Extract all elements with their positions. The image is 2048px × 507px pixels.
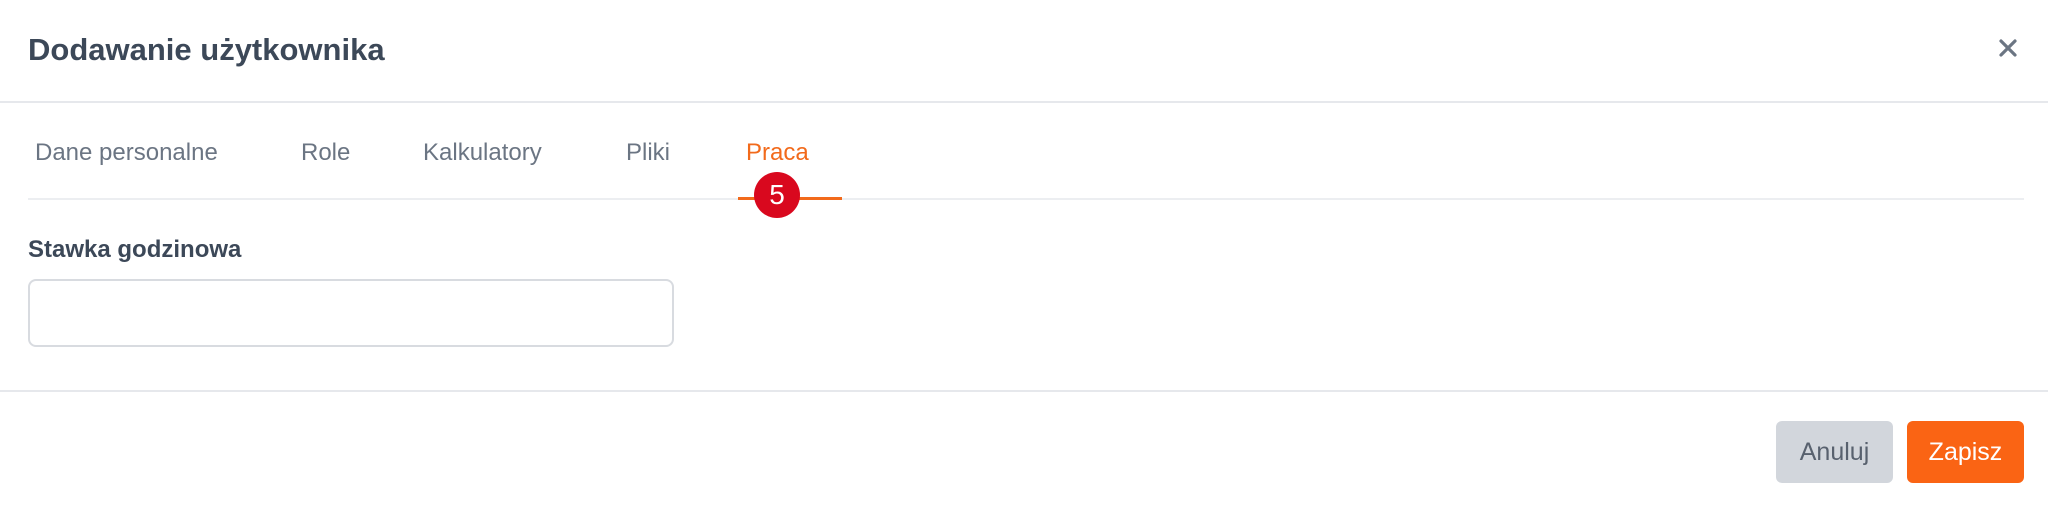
dialog-header: Dodawanie użytkownika: [0, 0, 2048, 103]
hourly-rate-input[interactable]: [28, 279, 674, 347]
close-icon: [1999, 39, 2017, 57]
tab-calculators[interactable]: Kalkulatory: [423, 136, 542, 170]
save-button[interactable]: Zapisz: [1907, 421, 2024, 483]
tab-files[interactable]: Pliki: [626, 136, 670, 170]
add-user-dialog: Dodawanie użytkownika Dane personalne Ro…: [0, 0, 2048, 507]
close-button[interactable]: [1990, 30, 2026, 66]
dialog-title: Dodawanie użytkownika: [28, 32, 385, 67]
tab-personal-data[interactable]: Dane personalne: [35, 136, 218, 170]
step-number-badge: 5: [754, 172, 800, 218]
tab-work[interactable]: Praca: [746, 136, 809, 170]
cancel-button[interactable]: Anuluj: [1776, 421, 1893, 483]
hourly-rate-label: Stawka godzinowa: [28, 236, 242, 263]
tab-bar: Dane personalne Role Kalkulatory Pliki P…: [28, 120, 2024, 200]
tab-roles[interactable]: Role: [301, 136, 350, 170]
dialog-footer: Anuluj Zapisz: [0, 390, 2048, 507]
